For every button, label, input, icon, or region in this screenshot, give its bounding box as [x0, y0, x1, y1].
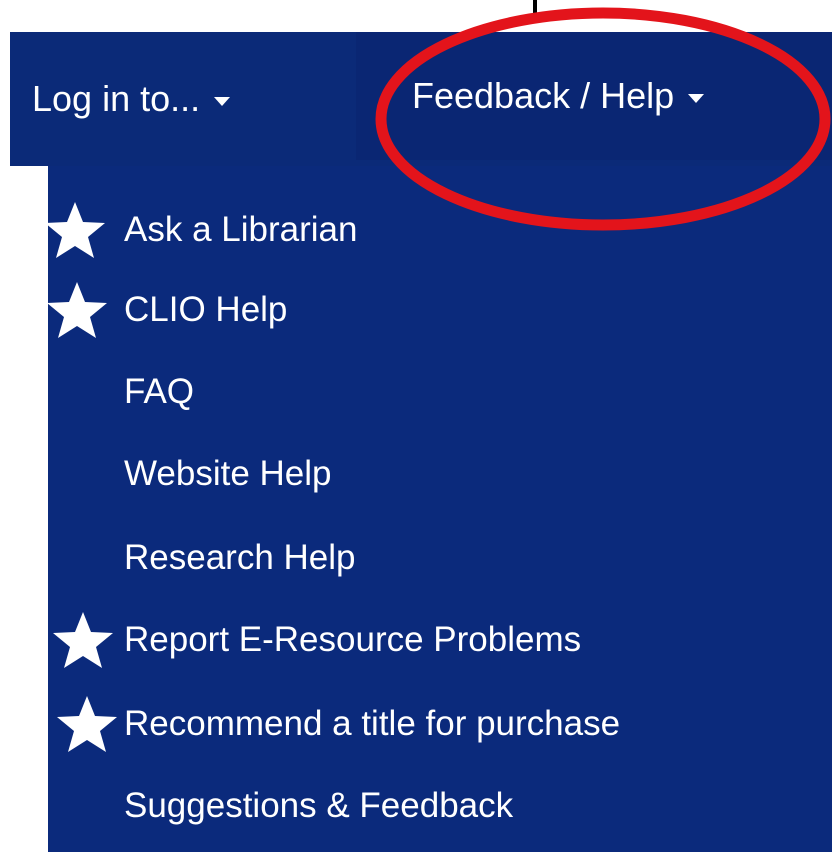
menu-item-suggestions-feedback[interactable]: Suggestions & Feedback	[48, 766, 832, 846]
menu-item-label: Research Help	[124, 538, 356, 577]
menu-item-recommend-a-title[interactable]: Recommend a title for purchase	[48, 684, 832, 764]
feedback-help-menu-toggle[interactable]: Feedback / Help	[356, 32, 832, 160]
screenshot-stage: Log in to... Feedback / Help Ask a Libra…	[0, 0, 832, 852]
menu-item-label: CLIO Help	[124, 290, 288, 329]
menu-item-website-help[interactable]: Website Help	[48, 434, 832, 514]
star-icon	[47, 282, 107, 338]
star-icon	[57, 696, 117, 752]
star-icon	[45, 202, 105, 258]
menu-item-report-e-resource-problems[interactable]: Report E-Resource Problems	[48, 600, 832, 680]
menu-item-clio-help[interactable]: CLIO Help	[47, 270, 832, 350]
top-navbar: Log in to... Feedback / Help	[10, 32, 832, 166]
menu-item-ask-a-librarian[interactable]: Ask a Librarian	[45, 190, 832, 270]
login-menu-label: Log in to...	[32, 78, 201, 119]
annotation-pointer-line	[533, 0, 537, 16]
caret-down-icon	[688, 93, 705, 103]
menu-item-faq[interactable]: FAQ	[48, 352, 832, 432]
menu-item-label: Recommend a title for purchase	[124, 704, 621, 743]
feedback-help-dropdown: Ask a Librarian CLIO Help FAQ Website He…	[45, 166, 832, 852]
star-icon	[53, 612, 113, 668]
caret-down-icon	[214, 96, 231, 106]
menu-item-label: Report E-Resource Problems	[124, 620, 582, 659]
login-menu-toggle[interactable]: Log in to...	[32, 32, 231, 166]
menu-item-research-help[interactable]: Research Help	[48, 518, 832, 598]
feedback-help-menu-label: Feedback / Help	[412, 75, 675, 116]
menu-item-label: Suggestions & Feedback	[124, 786, 514, 825]
menu-item-label: FAQ	[124, 372, 195, 411]
menu-item-label: Website Help	[124, 454, 332, 493]
menu-item-label: Ask a Librarian	[124, 210, 358, 249]
